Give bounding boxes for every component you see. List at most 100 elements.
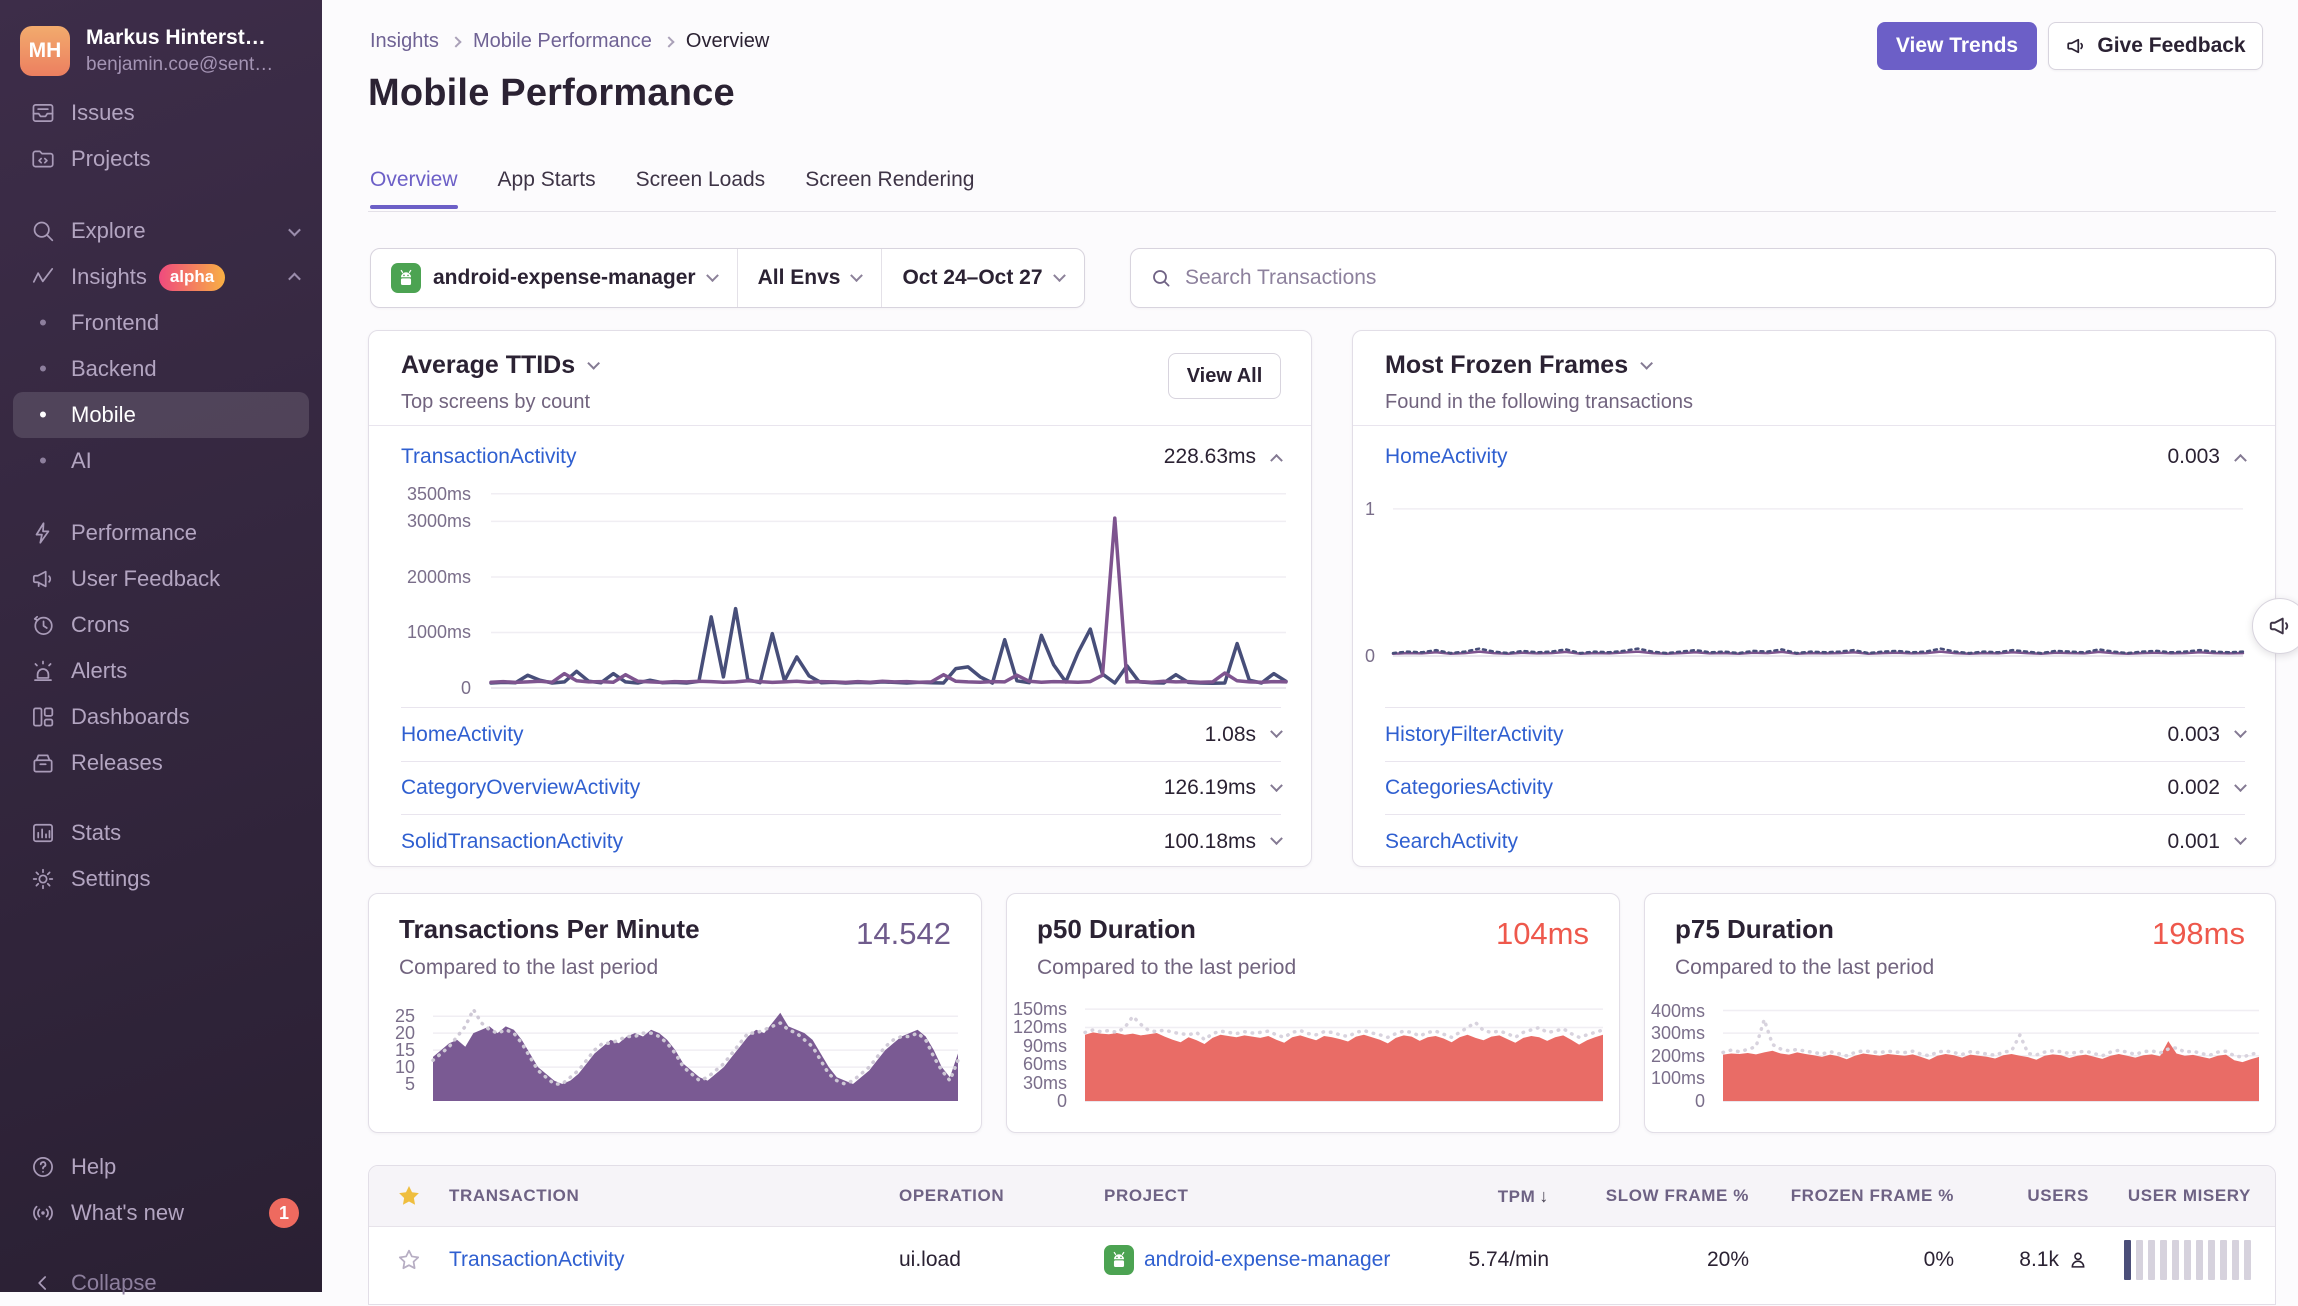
sidebar-item-stats[interactable]: Stats	[13, 810, 309, 856]
list-item[interactable]: SearchActivity 0.001	[1385, 814, 2245, 868]
project-link[interactable]: android-expense-manager	[1144, 1248, 1390, 1272]
p75-chart	[1723, 1006, 2259, 1101]
sidebar-item-whats-new[interactable]: What's new 1	[13, 1190, 309, 1236]
chevron-down-icon[interactable]	[1270, 779, 1283, 792]
panel-title-row[interactable]: Average TTIDs	[401, 351, 596, 380]
give-feedback-button[interactable]: Give Feedback	[2048, 22, 2263, 70]
frozen-frame-cell: 0%	[1749, 1248, 1954, 1272]
list-item[interactable]: SolidTransactionActivity 100.18ms	[401, 814, 1281, 868]
column-header-tpm[interactable]: TPM↓	[1449, 1186, 1549, 1207]
android-icon	[1104, 1245, 1134, 1275]
panel-title-row[interactable]: Most Frozen Frames	[1385, 351, 1649, 380]
column-header-transaction[interactable]: TRANSACTION	[449, 1186, 899, 1206]
column-header-slow-frame[interactable]: SLOW FRAME %	[1549, 1186, 1749, 1206]
star-outline-icon	[396, 1247, 422, 1273]
chevron-down-icon[interactable]	[2234, 832, 2247, 845]
transaction-link[interactable]: SolidTransactionActivity	[401, 830, 623, 854]
list-item[interactable]: HomeActivity 1.08s	[401, 707, 1281, 761]
chevron-down-icon[interactable]	[1270, 832, 1283, 845]
bullet-icon: •	[28, 310, 58, 336]
user-menu[interactable]: MH Markus Hinterst… benjamin.coe@sent…	[0, 0, 322, 90]
sidebar-collapse-button[interactable]: Collapse	[13, 1260, 309, 1306]
tab-app-starts[interactable]: App Starts	[498, 168, 596, 209]
list-item-expanded[interactable]: HomeActivity 0.003	[1385, 425, 2245, 489]
list-item-expanded[interactable]: TransactionActivity 228.63ms	[401, 425, 1281, 489]
sidebar-item-help[interactable]: Help	[13, 1144, 309, 1190]
sidebar-item-label: Dashboards	[71, 704, 190, 730]
chevron-up-icon[interactable]	[1270, 453, 1283, 466]
misery-bar	[2208, 1240, 2215, 1280]
breadcrumb-insights[interactable]: Insights	[370, 30, 439, 53]
tab-overview[interactable]: Overview	[370, 168, 458, 209]
row-value: 228.63ms	[1164, 445, 1256, 469]
sidebar-item-crons[interactable]: Crons	[13, 602, 309, 648]
slow-frame-cell: 20%	[1549, 1248, 1749, 1272]
average-ttids-panel: Average TTIDs Top screens by count View …	[368, 330, 1312, 867]
list-item[interactable]: CategoriesActivity 0.002	[1385, 761, 2245, 814]
column-header-user-misery[interactable]: USER MISERY	[2089, 1186, 2276, 1206]
transactions-per-minute-panel: Transactions Per Minute 14.542 Compared …	[368, 893, 982, 1133]
transaction-link[interactable]: HistoryFilterActivity	[1385, 723, 1564, 747]
y-axis: 150ms120ms90ms60ms30ms0	[1007, 1006, 1077, 1101]
panel-title-row[interactable]: p50 Duration	[1037, 914, 1208, 945]
chevron-right-icon	[450, 36, 461, 47]
list-item[interactable]: HistoryFilterActivity 0.003	[1385, 707, 2245, 761]
y-axis: 400ms300ms200ms100ms0	[1645, 1006, 1715, 1101]
chevron-down-icon[interactable]	[2234, 779, 2247, 792]
chevron-down-icon[interactable]	[2234, 725, 2247, 738]
sidebar-item-performance[interactable]: Performance	[13, 510, 309, 556]
transaction-link[interactable]: TransactionActivity	[401, 445, 576, 469]
sidebar-item-issues[interactable]: Issues	[13, 90, 309, 136]
sidebar-item-insights[interactable]: Insights alpha	[13, 254, 309, 300]
sidebar-item-backend[interactable]: • Backend	[13, 346, 309, 392]
chevron-down-icon[interactable]	[1270, 725, 1283, 738]
sidebar-item-user-feedback[interactable]: User Feedback	[13, 556, 309, 602]
column-header-project[interactable]: PROJECT	[1104, 1186, 1449, 1206]
sidebar-item-explore[interactable]: Explore	[13, 208, 309, 254]
tab-screen-rendering[interactable]: Screen Rendering	[805, 168, 974, 209]
misery-bar-dark	[2124, 1240, 2131, 1280]
chevron-right-icon	[663, 36, 674, 47]
search-input[interactable]	[1185, 266, 2257, 290]
sidebar-item-projects[interactable]: Projects	[13, 136, 309, 182]
search-bar	[1130, 248, 2276, 308]
date-range-selector[interactable]: Oct 24–Oct 27	[881, 249, 1083, 307]
column-header-users[interactable]: USERS	[1954, 1186, 2089, 1206]
chevron-up-icon[interactable]	[2234, 453, 2247, 466]
starred-column-header[interactable]	[369, 1183, 449, 1209]
project-selector-value: android-expense-manager	[433, 266, 696, 290]
transaction-link[interactable]: HomeActivity	[401, 723, 524, 747]
sidebar-item-releases[interactable]: Releases	[13, 740, 309, 786]
environment-selector[interactable]: All Envs	[737, 249, 882, 307]
sidebar-item-settings[interactable]: Settings	[13, 856, 309, 902]
chevron-up-icon	[288, 272, 301, 285]
sidebar-item-frontend[interactable]: • Frontend	[13, 300, 309, 346]
column-header-frozen-frame[interactable]: FROZEN FRAME %	[1749, 1186, 1954, 1206]
star-toggle[interactable]	[369, 1247, 449, 1273]
panel-title-row[interactable]: Transactions Per Minute	[399, 914, 712, 945]
sidebar-item-label: Performance	[71, 520, 197, 546]
transaction-link[interactable]: CategoryOverviewActivity	[401, 776, 640, 800]
sidebar-item-dashboards[interactable]: Dashboards	[13, 694, 309, 740]
project-selector[interactable]: android-expense-manager	[371, 249, 737, 307]
view-trends-button[interactable]: View Trends	[1877, 22, 2037, 70]
give-feedback-label: Give Feedback	[2097, 34, 2245, 58]
transaction-link[interactable]: CategoriesActivity	[1385, 776, 1553, 800]
tab-screen-loads[interactable]: Screen Loads	[636, 168, 766, 209]
transaction-link[interactable]: SearchActivity	[1385, 830, 1518, 854]
list-item[interactable]: CategoryOverviewActivity 126.19ms	[401, 761, 1281, 814]
view-all-button[interactable]: View All	[1168, 353, 1281, 399]
sidebar-item-mobile[interactable]: • Mobile	[13, 392, 309, 438]
column-header-operation[interactable]: OPERATION	[899, 1186, 1104, 1206]
transaction-link[interactable]: HomeActivity	[1385, 445, 1508, 469]
tpm-chart	[433, 1006, 958, 1101]
sidebar-item-label: Alerts	[71, 658, 127, 684]
sidebar-item-ai[interactable]: • AI	[13, 438, 309, 484]
y-axis: 252015105	[369, 1006, 425, 1101]
sidebar-item-alerts[interactable]: Alerts	[13, 648, 309, 694]
panel-title-row[interactable]: p75 Duration	[1675, 914, 1846, 945]
sidebar-item-label: Releases	[71, 750, 163, 776]
transaction-link[interactable]: TransactionActivity	[449, 1248, 624, 1271]
breadcrumb-mobile-performance[interactable]: Mobile Performance	[473, 30, 652, 53]
metric-value: 104ms	[1496, 916, 1589, 952]
